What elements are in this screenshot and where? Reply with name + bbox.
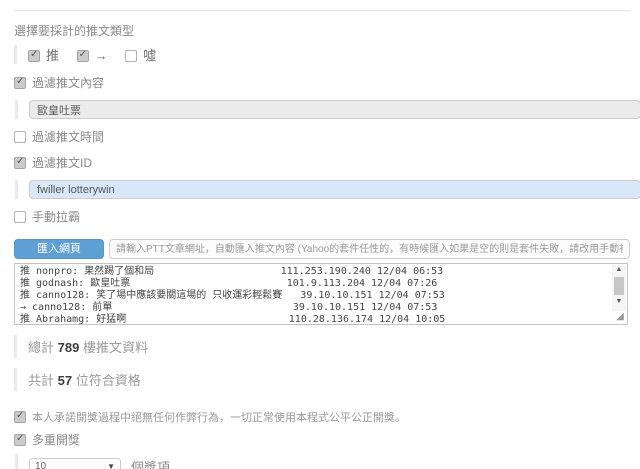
article-url-input[interactable]: [109, 239, 630, 259]
push-checkbox[interactable]: [28, 50, 40, 62]
total-prefix: 總計: [28, 340, 54, 355]
push-type-option-push[interactable]: 推: [28, 48, 59, 63]
raffle-tool-page: 選擇要採計的推文類型 推 → 噓 過濾推文內容 過濾推文時間 過濾推文ID 手動…: [0, 0, 640, 469]
multi-draw-checkbox[interactable]: [14, 434, 26, 446]
manual-slot-label: 手動拉霸: [32, 210, 80, 224]
boo-checkbox[interactable]: [125, 50, 137, 62]
filter-id-checkbox[interactable]: [14, 157, 26, 169]
total-suffix: 樓推文資料: [83, 340, 148, 355]
filter-id-indent: [15, 180, 630, 199]
filter-time-label: 過濾推文時間: [32, 130, 104, 144]
filter-time-row[interactable]: 過濾推文時間: [14, 128, 630, 145]
filter-content-input[interactable]: [29, 100, 640, 119]
prize-options-indent: 10 ▼ 個獎項 此選項可一次開出多位得獎者: [15, 454, 630, 469]
chevron-down-icon: ▼: [107, 462, 115, 469]
fairness-pledge-label: 本人承諾開獎過程中絕無任何作弊行為，一切正常使用本程式公平公正開獎。: [32, 412, 406, 424]
scroll-up-icon[interactable]: ▲: [612, 265, 626, 275]
prize-unit-label: 個獎項: [131, 457, 170, 469]
push-type-option-boo[interactable]: 噓: [125, 48, 156, 63]
prize-count-value: 10: [35, 461, 46, 469]
total-pushes-stat: 總計 789 樓推文資料: [14, 335, 630, 358]
push-content-textarea[interactable]: 推 nonpro: 果然踢了個和局 111.253.190.240 12/04 …: [14, 263, 628, 325]
prize-count-row: 10 ▼ 個獎項: [29, 454, 630, 469]
manual-slot-row[interactable]: 手動拉霸: [14, 208, 630, 225]
filter-content-checkbox[interactable]: [14, 77, 26, 89]
filter-time-checkbox[interactable]: [14, 131, 26, 143]
push-type-label: 推: [46, 48, 59, 63]
fairness-pledge-checkbox[interactable]: [14, 411, 26, 423]
scrollbar-thumb[interactable]: [614, 277, 624, 295]
qualified-count: 57: [58, 373, 72, 388]
arrow-type-label: →: [95, 48, 108, 63]
filter-content-indent: [15, 100, 630, 119]
push-type-section-label: 選擇要採計的推文類型: [14, 22, 630, 39]
filter-content-label: 過濾推文內容: [32, 76, 104, 90]
qualified-suffix: 位符合資格: [76, 373, 141, 388]
push-type-option-arrow[interactable]: →: [77, 48, 108, 63]
filter-content-row[interactable]: 過濾推文內容: [14, 74, 630, 91]
qualified-prefix: 共計: [28, 373, 54, 388]
total-count: 789: [58, 340, 80, 355]
push-content-text: 推 nonpro: 果然踢了個和局 111.253.190.240 12/04 …: [15, 264, 627, 325]
fairness-pledge-row[interactable]: 本人承諾開獎過程中絕無任何作弊行為，一切正常使用本程式公平公正開獎。: [14, 409, 630, 425]
manual-slot-checkbox[interactable]: [14, 211, 26, 223]
prize-count-select[interactable]: 10 ▼: [29, 458, 121, 469]
import-webpage-button[interactable]: 匯入網頁: [14, 239, 104, 259]
filter-id-input[interactable]: [29, 180, 640, 199]
qualified-stat: 共計 57 位符合資格: [14, 368, 630, 391]
scroll-down-icon[interactable]: ▼: [612, 297, 626, 307]
textarea-resize-grip-icon[interactable]: ◢: [614, 311, 626, 323]
multi-draw-label: 多重開獎: [32, 433, 80, 447]
multi-draw-row[interactable]: 多重開獎: [14, 431, 630, 448]
import-row: 匯入網頁: [14, 239, 630, 259]
boo-type-label: 噓: [143, 48, 156, 63]
filter-id-label: 過濾推文ID: [32, 156, 92, 170]
textarea-scrollbar[interactable]: ▲ ▼: [612, 265, 626, 311]
push-type-options: 推 → 噓: [14, 45, 630, 64]
top-divider: [14, 10, 630, 11]
filter-id-row[interactable]: 過濾推文ID: [14, 154, 630, 171]
arrow-checkbox[interactable]: [77, 50, 89, 62]
